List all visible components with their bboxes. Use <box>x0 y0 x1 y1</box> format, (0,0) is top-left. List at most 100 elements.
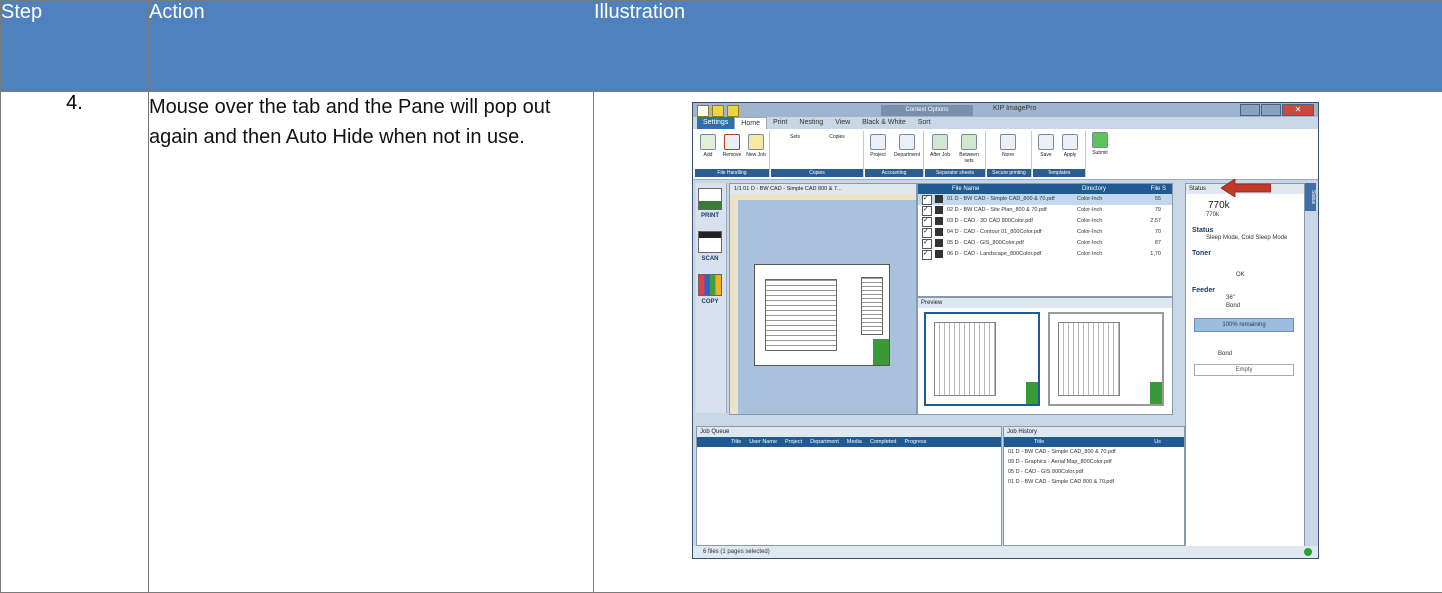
job-history-columns: Title Us <box>1004 437 1184 447</box>
tab-home[interactable]: Home <box>734 117 767 129</box>
sets-control[interactable]: Sets <box>775 134 815 140</box>
group-label: Separator sheets <box>925 169 985 177</box>
preview-page[interactable] <box>1048 312 1164 406</box>
job-history-pane: Job History Title Us 01 D - BW CAD - Sim… <box>1003 426 1185 546</box>
window-controls: ✕ <box>1240 104 1314 116</box>
list-item[interactable]: 04 D - CAD - Contour 01_800Color.pdfColo… <box>918 226 1172 238</box>
column-completed[interactable]: Completed <box>870 437 897 447</box>
job-history-title: Job History <box>1004 427 1184 437</box>
list-item[interactable]: 06 D - CAD - Landscape_800Color.pdfColor… <box>918 248 1172 260</box>
viewer-title: 1/1 01 D - BW CAD - Simple CAD 800 & 7..… <box>730 184 916 194</box>
table-row[interactable]: 09 D - Graphics - Aerial Map_800Color.pd… <box>1004 457 1184 467</box>
tab-print[interactable]: Print <box>767 117 793 129</box>
none-button[interactable]: None <box>997 134 1019 158</box>
counter-value: 770k <box>1208 200 1230 211</box>
column-media[interactable]: Media <box>847 437 862 447</box>
column-directory[interactable]: Directory <box>1082 184 1142 194</box>
pdf-icon <box>935 217 943 225</box>
status-value: Sleep Mode, Cold Sleep Mode <box>1206 235 1288 241</box>
group-accounting: Project Department Accounting <box>865 131 924 177</box>
app-screenshot: Context Options KIP ImagePro ✕ Settings … <box>692 102 1319 559</box>
column-file-size[interactable]: File S <box>1142 184 1166 194</box>
ribbon: Add Remove New Job File Handling Sets Co… <box>693 129 1318 180</box>
group-label: Accounting <box>865 169 923 177</box>
header-illustration: Illustration <box>593 0 1442 92</box>
maximize-icon[interactable] <box>1261 104 1281 116</box>
arrow-left-icon <box>1221 179 1271 197</box>
group-separator-sheets: After Job Between sets Separator sheets <box>925 131 986 177</box>
pdf-icon <box>935 206 943 214</box>
column-file-name[interactable]: File Name <box>952 184 1082 194</box>
remove-button[interactable]: Remove <box>721 134 743 158</box>
sidebar-item-scan[interactable]: SCAN <box>696 231 724 269</box>
tab-view[interactable]: View <box>829 117 856 129</box>
column-title[interactable]: Title <box>1034 437 1044 447</box>
feeder2-media: Bond <box>1218 351 1233 357</box>
column-user[interactable]: Us <box>1154 437 1161 447</box>
preview-title: Preview <box>918 298 1172 308</box>
toner-label: Toner <box>1192 250 1211 257</box>
action-text: Mouse over the tab and the Pane will pop… <box>148 91 594 593</box>
group-file-handling: Add Remove New Job File Handling <box>695 131 770 177</box>
column-progress[interactable]: Progress <box>904 437 926 447</box>
pdf-icon <box>935 195 943 203</box>
save-button[interactable]: Save <box>1035 134 1057 158</box>
sidebar-item-print[interactable]: PRINT <box>696 188 724 226</box>
table-row[interactable]: 01 D - BW CAD - Simple CAD_800 & 70.pdf <box>1004 447 1184 457</box>
minimize-icon[interactable] <box>1240 104 1260 116</box>
pdf-icon <box>935 228 943 236</box>
preview-page[interactable] <box>924 312 1040 406</box>
table-row[interactable]: 05 D - CAD - GIS 800Color.pdf <box>1004 467 1184 477</box>
group-label: Secure printing <box>987 169 1031 177</box>
toner-value: OK <box>1236 272 1245 278</box>
feeder-size: 36" <box>1226 295 1235 301</box>
tab-sort[interactable]: Sort <box>912 117 937 129</box>
checkbox[interactable] <box>922 248 932 260</box>
project-icon <box>870 134 886 150</box>
ribbon-tabs: Settings Home Print Nesting View Black &… <box>693 117 1318 129</box>
submit-icon <box>1092 132 1108 148</box>
department-button[interactable]: Department <box>893 134 921 158</box>
drawing-sheet <box>754 264 890 366</box>
lock-icon <box>1000 134 1016 150</box>
mode-sidebar: PRINT SCAN COPY <box>696 183 727 413</box>
tab-black-white[interactable]: Black & White <box>856 117 912 129</box>
status-pane: Status 770k 770k Status Sleep Mode, Cold… <box>1185 183 1305 551</box>
close-icon[interactable]: ✕ <box>1282 104 1314 116</box>
between-sets-button[interactable]: Between sets <box>955 134 983 164</box>
job-queue-columns: Title User Name Project Department Media… <box>697 437 1001 447</box>
add-button[interactable]: Add <box>697 134 719 158</box>
document-viewer[interactable]: 1/1 01 D - BW CAD - Simple CAD 800 & 7..… <box>729 183 917 415</box>
list-item[interactable]: 03 D - CAD - 3D CAD 800Color.pdfColor-In… <box>918 215 1172 227</box>
list-item[interactable]: 01 D - BW CAD - Simple CAD_800 & 70.pdfC… <box>918 193 1172 205</box>
column-title[interactable]: Title <box>731 437 741 447</box>
group-label: File Handling <box>695 169 769 177</box>
column-project[interactable]: Project <box>785 437 802 447</box>
group-label: Copies <box>771 169 863 177</box>
submit-button[interactable]: Submit <box>1089 132 1111 156</box>
apply-button[interactable]: Apply <box>1059 134 1081 158</box>
group-secure-printing: None Secure printing <box>987 131 1032 177</box>
status-auto-hide-tab[interactable]: Status <box>1305 183 1316 211</box>
table-row[interactable]: 01 D - BW CAD - Simple CAD 800 & 70.pdf <box>1004 477 1184 487</box>
pdf-icon <box>935 239 943 247</box>
tab-settings[interactable]: Settings <box>697 117 735 129</box>
column-user-name[interactable]: User Name <box>749 437 777 447</box>
quick-access-icons <box>697 105 739 117</box>
new-job-button[interactable]: New Job <box>745 134 767 158</box>
logo-mark <box>873 339 889 365</box>
copies-control[interactable]: Copies <box>817 134 857 140</box>
project-button[interactable]: Project <box>867 134 889 158</box>
feeder-media: Bond <box>1226 303 1241 309</box>
pdf-icon <box>935 250 943 258</box>
list-item[interactable]: 02 D - BW CAD - Site Plan_800 & 70.pdfCo… <box>918 204 1172 216</box>
save-icon <box>1038 134 1054 150</box>
list-item[interactable]: 05 D - CAD - GIS_800Color.pdfColor-Inch8… <box>918 237 1172 249</box>
tab-nesting[interactable]: Nesting <box>793 117 829 129</box>
step-number: 4. <box>0 91 149 593</box>
column-department[interactable]: Department <box>810 437 839 447</box>
after-job-button[interactable]: After Job <box>929 134 951 158</box>
sidebar-item-copy[interactable]: COPY <box>696 274 724 312</box>
header-action: Action <box>148 0 594 92</box>
file-list: File Name Directory File S 01 D - BW CAD… <box>917 183 1173 297</box>
